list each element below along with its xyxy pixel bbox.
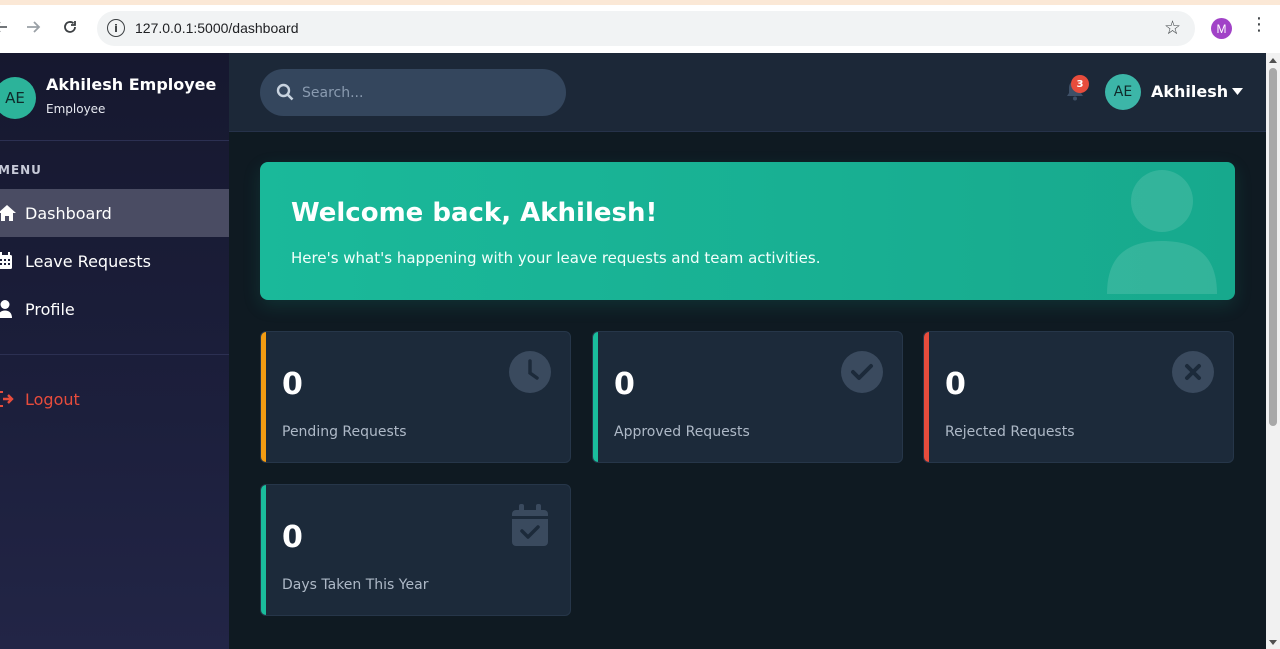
sidebar-avatar: AE [0, 77, 36, 119]
clock-icon [509, 351, 551, 393]
back-arrow-icon [0, 22, 7, 32]
sidebar-item-label: Profile [25, 299, 75, 319]
sidebar-user-name: Akhilesh Employee [46, 75, 217, 94]
forward-button[interactable] [20, 14, 46, 40]
calendar-check-icon [512, 504, 548, 546]
sidebar-item-label: Dashboard [25, 203, 112, 223]
search-box[interactable] [260, 69, 566, 116]
card-accent-bar [593, 332, 598, 462]
back-button[interactable] [0, 14, 14, 40]
welcome-title: Welcome back, Akhilesh! [291, 198, 658, 228]
reload-icon [64, 21, 76, 33]
sidebar-divider [0, 354, 229, 355]
stat-value: 0 [282, 367, 303, 402]
person-illustration-icon [1107, 170, 1217, 294]
logout-label: Logout [25, 389, 80, 409]
welcome-subtitle: Here's what's happening with your leave … [291, 249, 821, 267]
forward-arrow-icon [27, 21, 41, 33]
search-input[interactable] [302, 69, 552, 116]
site-info-icon[interactable]: i [107, 19, 125, 37]
search-icon [276, 83, 294, 101]
browser-menu-icon[interactable]: ⋮ [1250, 14, 1268, 35]
notification-badge: 3 [1071, 75, 1089, 93]
stat-card-pending: 0 Pending Requests [260, 331, 571, 463]
sidebar-item-leave-requests[interactable]: Leave Requests [0, 237, 229, 285]
welcome-banner: Welcome back, Akhilesh! Here's what's ha… [260, 162, 1235, 300]
sidebar: AE Akhilesh Employee Employee MENU Dashb… [0, 53, 229, 649]
logout-icon [0, 391, 25, 407]
caret-down-icon [1232, 88, 1244, 95]
calendar-icon [0, 252, 25, 270]
check-circle-icon [841, 351, 883, 393]
stat-card-rejected: 0 Rejected Requests [923, 331, 1234, 463]
sidebar-item-profile[interactable]: Profile [0, 285, 229, 333]
stat-card-approved: 0 Approved Requests [592, 331, 903, 463]
scroll-down-arrow-icon[interactable] [1268, 637, 1278, 647]
user-name: Akhilesh [1151, 82, 1229, 101]
stat-value: 0 [614, 367, 635, 402]
reload-button[interactable] [57, 14, 83, 40]
user-icon [0, 300, 25, 318]
stat-label: Approved Requests [614, 424, 750, 440]
sidebar-item-dashboard[interactable]: Dashboard [0, 189, 229, 237]
home-icon [0, 204, 25, 222]
sidebar-item-label: Leave Requests [25, 251, 152, 271]
bookmark-star-icon[interactable]: ☆ [1164, 17, 1181, 39]
stat-label: Pending Requests [282, 424, 407, 440]
sidebar-menu-label: MENU [0, 163, 42, 177]
x-circle-icon [1172, 351, 1214, 393]
sidebar-divider [0, 140, 229, 141]
main-content: Welcome back, Akhilesh! Here's what's ha… [229, 132, 1266, 649]
stat-label: Days Taken This Year [282, 577, 429, 593]
scrollbar-thumb[interactable] [1269, 68, 1277, 426]
user-menu[interactable]: Akhilesh [1151, 82, 1244, 101]
sidebar-item-logout[interactable]: Logout [0, 375, 229, 423]
card-accent-bar [261, 485, 266, 615]
top-bar: 3 AE Akhilesh [229, 53, 1266, 132]
scroll-up-arrow-icon[interactable] [1268, 56, 1278, 66]
tab-strip-edge [0, 0, 1280, 5]
stat-value: 0 [282, 520, 303, 555]
card-accent-bar [261, 332, 266, 462]
card-accent-bar [924, 332, 929, 462]
stat-value: 0 [945, 367, 966, 402]
browser-chrome: i 127.0.0.1:5000/dashboard ☆ M ⋮ [0, 0, 1280, 53]
stat-label: Rejected Requests [945, 424, 1075, 440]
browser-profile-avatar[interactable]: M [1211, 18, 1232, 39]
address-bar[interactable]: i 127.0.0.1:5000/dashboard ☆ [97, 11, 1195, 46]
stat-card-days-taken: 0 Days Taken This Year [260, 484, 571, 616]
address-url[interactable]: 127.0.0.1:5000/dashboard [135, 20, 298, 36]
sidebar-user-role: Employee [46, 102, 106, 116]
user-avatar[interactable]: AE [1105, 74, 1141, 110]
